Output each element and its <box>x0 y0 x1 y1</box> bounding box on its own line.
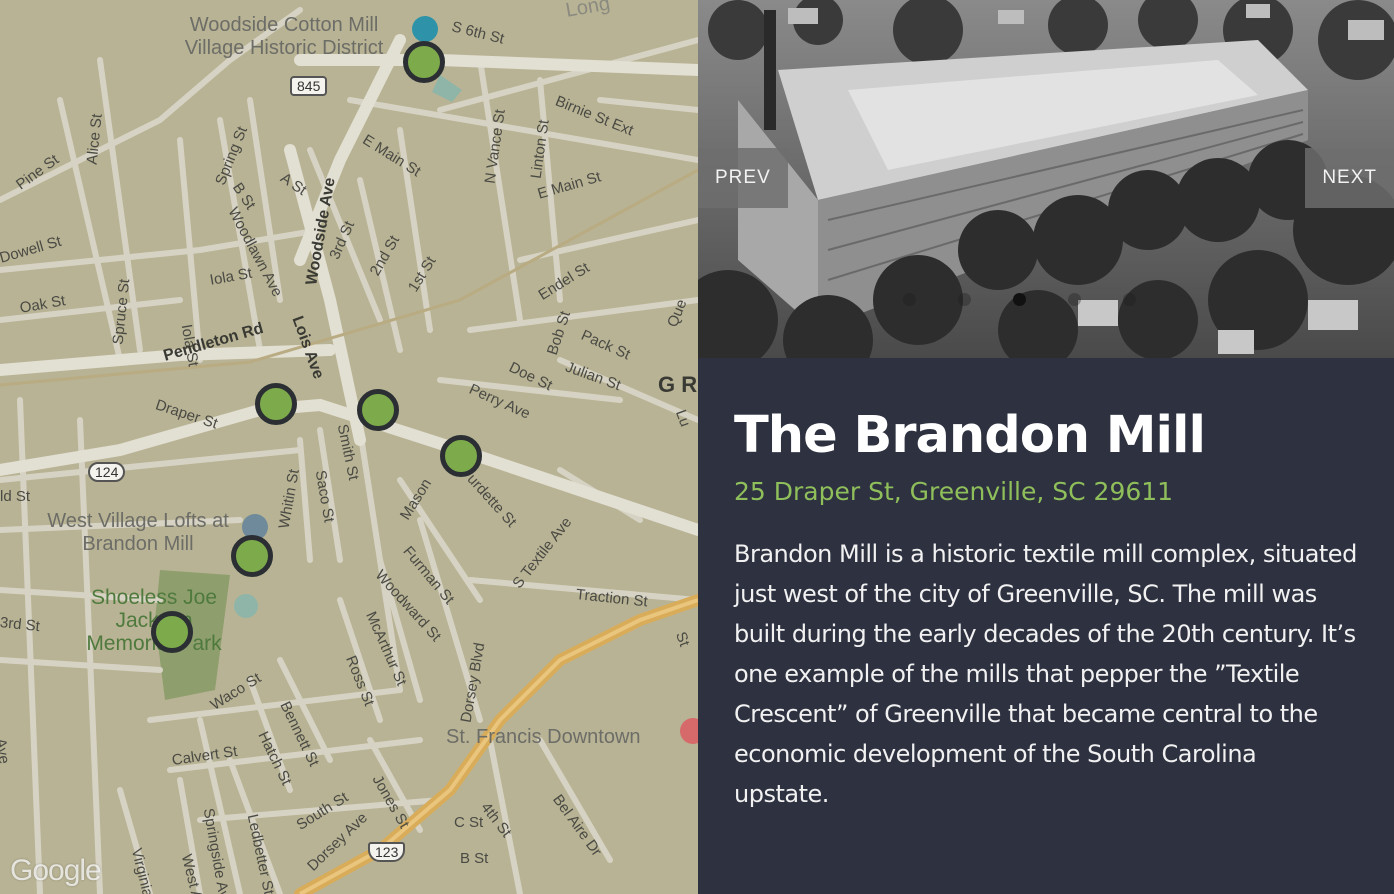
place-description: Brandon Mill is a historic textile mill … <box>734 540 1357 808</box>
historic-site-icon[interactable] <box>412 16 438 42</box>
street-label: C St <box>454 814 484 831</box>
carousel-dot[interactable] <box>1068 293 1081 306</box>
mill-marker[interactable] <box>440 435 482 477</box>
pond <box>432 75 462 102</box>
us-123-shield: 123 <box>368 842 406 862</box>
mill-marker[interactable] <box>403 41 445 83</box>
mill-marker[interactable] <box>151 611 193 653</box>
carousel-dot[interactable] <box>1123 293 1136 306</box>
st-francis-label: St. Francis Downtown <box>446 726 641 748</box>
carousel-dots <box>903 293 1136 306</box>
carousel-dot[interactable] <box>1013 293 1026 306</box>
street-label: B St <box>460 850 489 867</box>
place-title: The Brandon Mill <box>734 406 1206 465</box>
mill-marker[interactable] <box>231 535 273 577</box>
prev-button[interactable]: PREV <box>698 148 788 208</box>
carousel-dot[interactable] <box>903 293 916 306</box>
route-845-shield: 845 <box>290 76 328 96</box>
route-124-shield: 124 <box>88 462 126 482</box>
street-label: ld St <box>0 488 31 505</box>
place-address: 25 Draper St, Greenville, SC 29611 <box>734 477 1174 506</box>
mill-marker[interactable] <box>255 383 297 425</box>
google-logo: Google <box>10 854 102 887</box>
west-village-label: West Village Lofts at Brandon Mill <box>47 510 229 555</box>
map[interactable]: Woodside Cotton Mill Village Historic Di… <box>0 0 698 894</box>
info-panel: The Brandon Mill 25 Draper St, Greenvill… <box>698 358 1394 894</box>
mill-marker[interactable] <box>357 389 399 431</box>
woodside-label: Woodside Cotton Mill Village Historic Di… <box>184 14 384 59</box>
carousel-dot[interactable] <box>958 293 971 306</box>
district-label: G R <box>658 372 698 397</box>
next-button[interactable]: NEXT <box>1305 148 1394 208</box>
photo-carousel: PREV NEXT <box>698 0 1394 358</box>
pond <box>234 594 258 618</box>
